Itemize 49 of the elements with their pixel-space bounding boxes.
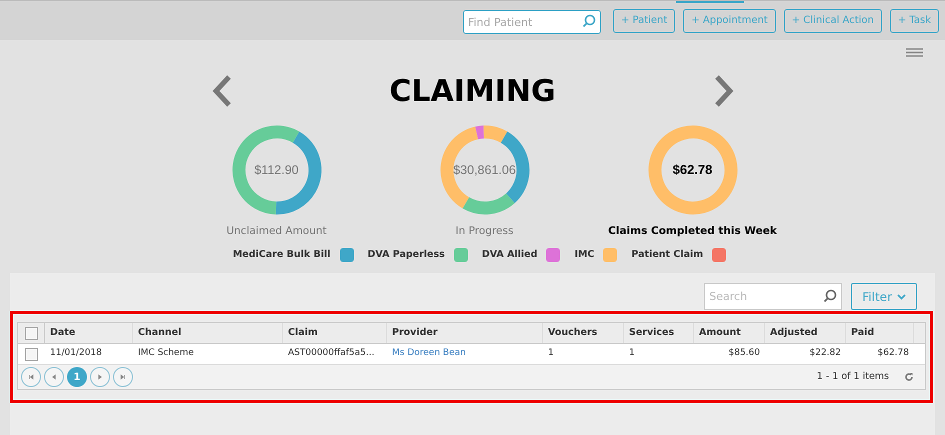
first-page-icon bbox=[27, 373, 35, 381]
column-header[interactable]: Adjusted bbox=[765, 323, 846, 343]
summary-label: Unclaimed Amount bbox=[226, 224, 327, 239]
prev-page-button[interactable] bbox=[44, 367, 64, 387]
column-header[interactable]: Vouchers bbox=[543, 323, 624, 343]
summary-label: Claims Completed this Week bbox=[608, 224, 777, 239]
table-cell-text: $85.60 bbox=[728, 347, 761, 360]
prev-page-icon bbox=[50, 373, 58, 381]
provider-link[interactable]: Ms Doreen Bean bbox=[387, 344, 543, 364]
legend-label: DVA Paperless bbox=[368, 248, 445, 262]
menu-icon[interactable] bbox=[906, 48, 923, 57]
legend-label: DVA Allied bbox=[482, 248, 538, 262]
column-header[interactable]: Paid bbox=[846, 323, 914, 343]
table-cell-text: IMC Scheme bbox=[137, 347, 195, 360]
row-checkbox[interactable] bbox=[25, 348, 38, 360]
first-page-button[interactable] bbox=[21, 367, 41, 387]
next-page-button[interactable] bbox=[90, 367, 110, 387]
table-search-field[interactable]: Search bbox=[704, 283, 842, 310]
table-cell-text: $22.82 bbox=[808, 347, 842, 360]
amount-value: $112.90 bbox=[254, 162, 299, 179]
refresh-icon[interactable] bbox=[904, 372, 914, 382]
select-all-checkbox[interactable] bbox=[24, 326, 38, 340]
pager-summary: 1 - 1 of 1 items bbox=[816, 370, 889, 384]
legend-label: Patient Claim bbox=[631, 248, 704, 262]
table-cell-text: 11/01/2018 bbox=[49, 347, 103, 360]
amount-value: $30,861.06 bbox=[453, 162, 516, 179]
column-header[interactable]: Services bbox=[624, 323, 694, 343]
legend-label: MediCare Bulk Bill bbox=[232, 248, 330, 262]
table-cell-text: $62.78 bbox=[876, 347, 910, 360]
amount-value: $62.78 bbox=[672, 161, 712, 180]
next-page-icon bbox=[96, 373, 104, 381]
table-cell-text: 1 bbox=[628, 347, 636, 360]
legend-label: IMC bbox=[574, 248, 594, 262]
page-title: CLAIMING bbox=[388, 72, 557, 110]
find-patient-field[interactable]: Find Patient bbox=[462, 10, 601, 34]
column-header[interactable]: Claim bbox=[283, 323, 387, 343]
column-header[interactable]: Date bbox=[45, 323, 133, 343]
column-header[interactable]: Channel bbox=[133, 323, 283, 343]
table-cell-text: AST00000ffaf5a5... bbox=[287, 347, 376, 360]
last-page-button[interactable] bbox=[113, 367, 133, 387]
column-header[interactable]: Provider bbox=[387, 323, 543, 343]
search-icon bbox=[823, 289, 838, 303]
search-icon bbox=[582, 14, 596, 28]
table-cell-text: 1 bbox=[547, 347, 555, 360]
last-page-icon bbox=[119, 373, 127, 381]
summary-label: In Progress bbox=[456, 224, 514, 239]
active-tab-indicator bbox=[676, 1, 744, 3]
chevron-down-icon bbox=[897, 294, 906, 300]
column-header[interactable]: Amount bbox=[694, 323, 765, 343]
